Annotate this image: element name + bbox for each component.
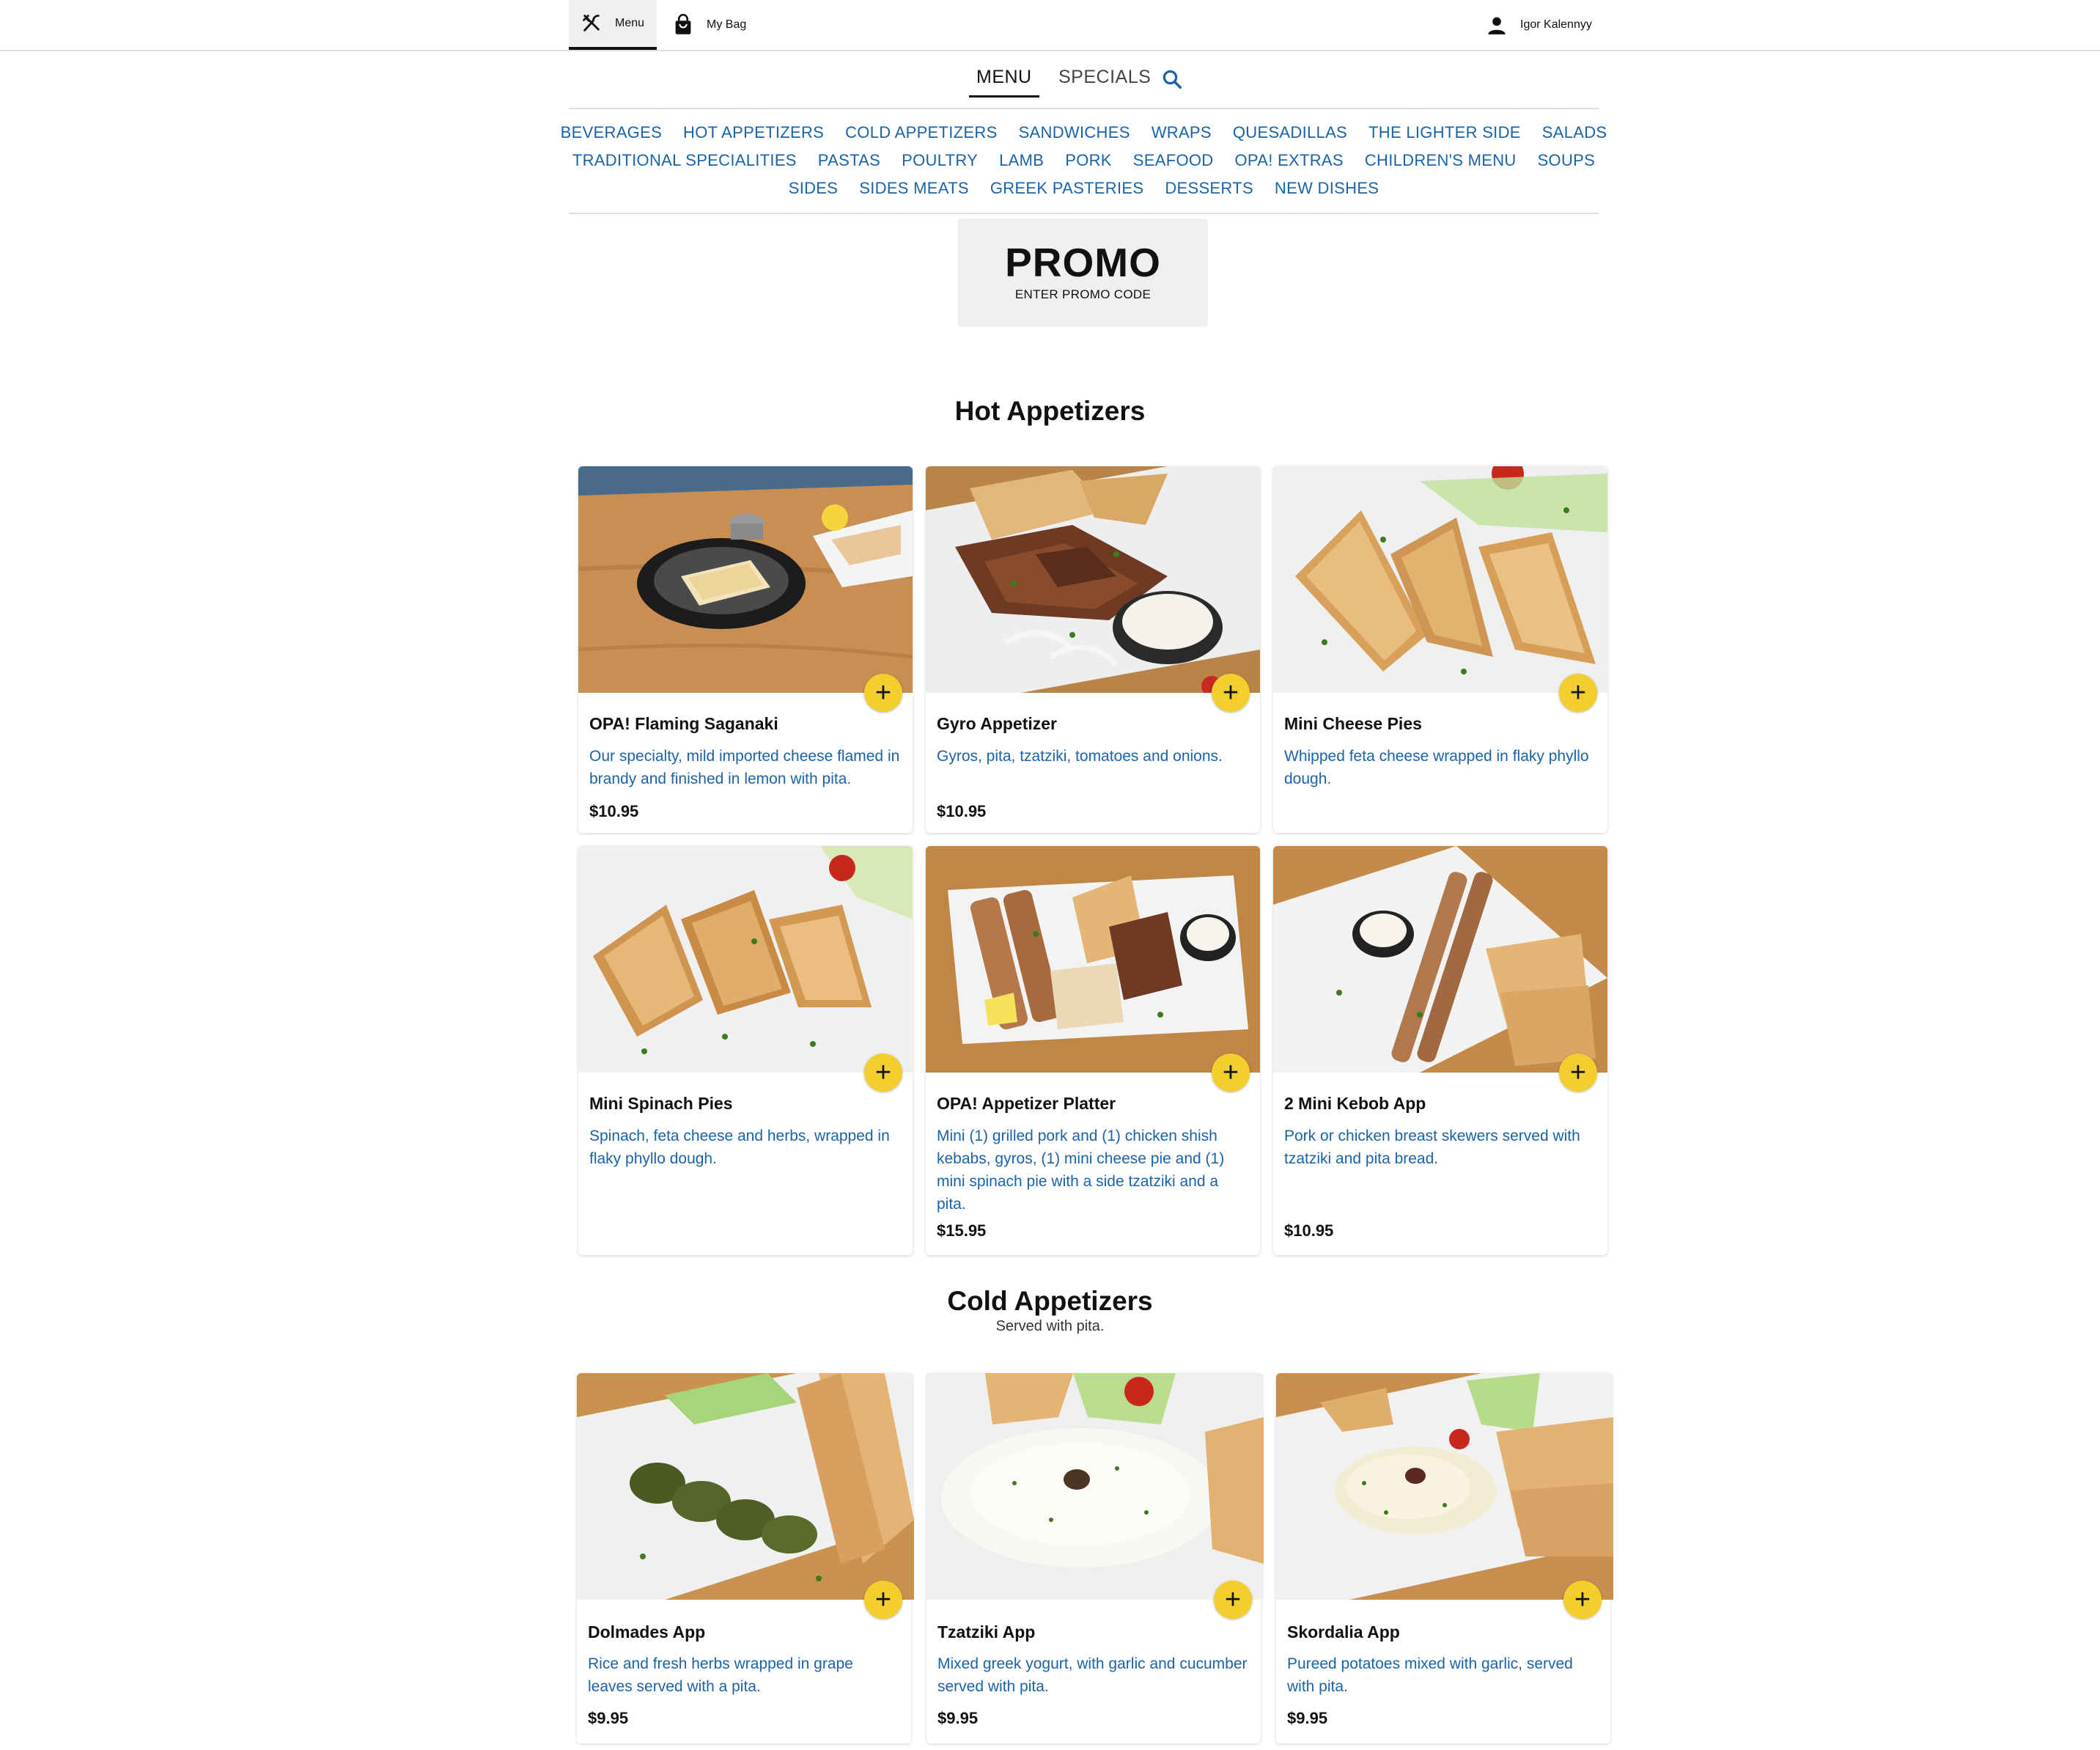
food-photo xyxy=(926,1373,1264,1600)
category-link[interactable]: THE LIGHTER SIDE xyxy=(1368,123,1521,142)
category-link[interactable]: HOT APPETIZERS xyxy=(683,123,824,142)
category-link[interactable]: NEW DISHES xyxy=(1275,179,1379,198)
item-name: Mini Spinach Pies xyxy=(589,1094,733,1113)
item-description: Gyros, pita, tzatziki, tomatoes and onio… xyxy=(937,748,1223,765)
menu-item-card[interactable]: + Mini Spinach Pies Spinach, feta cheese… xyxy=(578,846,913,1255)
section-subtitle: Served with pita. xyxy=(995,1318,1105,1334)
user-account-button[interactable]: Igor Kalennyy xyxy=(1486,0,1592,50)
category-link[interactable]: TRADITIONAL SPECIALITIES xyxy=(572,151,797,170)
search-icon[interactable] xyxy=(1161,68,1183,94)
add-item-button[interactable]: + xyxy=(1212,1054,1250,1092)
item-price: $9.95 xyxy=(937,1709,979,1727)
nav-bag-label: My Bag xyxy=(707,18,747,31)
item-price: $9.95 xyxy=(1287,1709,1328,1727)
item-price: $10.95 xyxy=(937,802,987,820)
nav-menu-button[interactable]: Menu xyxy=(569,0,657,50)
item-description: Spinach, feta cheese and herbs, wrapped … xyxy=(589,1128,890,1167)
item-name: 2 Mini Kebob App xyxy=(1284,1094,1426,1113)
item-price: $10.95 xyxy=(589,802,639,820)
item-description: Rice and fresh herbs wrapped in grape le… xyxy=(588,1655,853,1695)
item-price: $15.95 xyxy=(937,1221,987,1240)
nav-bag-button[interactable]: My Bag xyxy=(673,0,746,50)
utensils-icon xyxy=(581,13,602,34)
tab-specials[interactable]: SPECIALS xyxy=(1058,67,1151,95)
shopping-bag-icon xyxy=(673,14,693,36)
category-link[interactable]: WRAPS xyxy=(1152,123,1212,142)
category-link[interactable]: QUESADILLAS xyxy=(1233,123,1347,142)
add-item-button[interactable]: + xyxy=(864,1054,902,1092)
item-price: $10.95 xyxy=(1284,1221,1334,1240)
item-name: OPA! Flaming Saganaki xyxy=(589,714,778,733)
category-link[interactable]: SIDES xyxy=(789,179,839,198)
item-name: OPA! Appetizer Platter xyxy=(937,1094,1116,1113)
add-item-button[interactable]: + xyxy=(1559,674,1597,712)
category-link[interactable]: PASTAS xyxy=(818,151,880,170)
food-photo xyxy=(578,466,913,693)
category-link[interactable]: SANDWICHES xyxy=(1019,123,1130,142)
section-title-cold-appetizers: Cold Appetizers xyxy=(947,1286,1153,1316)
add-item-button[interactable]: + xyxy=(1214,1581,1252,1619)
food-photo xyxy=(1273,466,1607,693)
add-item-button[interactable]: + xyxy=(1559,1054,1597,1092)
category-link[interactable]: CHILDREN'S MENU xyxy=(1365,151,1517,170)
promo-subtitle: ENTER PROMO CODE xyxy=(1014,287,1152,301)
item-description: Our specialty, mild imported cheese flam… xyxy=(589,748,900,787)
category-link[interactable]: OPA! EXTRAS xyxy=(1234,151,1343,170)
item-description: Mixed greek yogurt, with garlic and cucu… xyxy=(937,1655,1248,1695)
item-description: Pureed potatoes mixed with garlic, serve… xyxy=(1287,1655,1573,1695)
add-item-button[interactable]: + xyxy=(864,1581,902,1619)
item-name: Gyro Appetizer xyxy=(937,714,1058,733)
category-row-2: TRADITIONAL SPECIALITIES PASTAS POULTRY … xyxy=(569,151,1599,170)
section-title-hot-appetizers: Hot Appetizers xyxy=(954,396,1146,426)
item-name: Tzatziki App xyxy=(937,1622,1036,1641)
food-photo xyxy=(577,1373,914,1600)
promo-title: PROMO xyxy=(1005,240,1161,285)
menu-item-card[interactable]: + Tzatziki App Mixed greek yogurt, with … xyxy=(926,1373,1264,1743)
user-icon xyxy=(1486,15,1507,35)
food-photo xyxy=(926,846,1260,1073)
nav-menu-label: Menu xyxy=(614,17,645,29)
category-link[interactable]: SIDES MEATS xyxy=(859,179,969,198)
category-link[interactable]: SEAFOOD xyxy=(1133,151,1214,170)
user-name: Igor Kalennyy xyxy=(1520,18,1592,31)
top-bar: Menu My Bag Igor Kalennyy xyxy=(0,0,2100,51)
item-description: Whipped feta cheese wrapped in flaky phy… xyxy=(1284,748,1589,787)
add-item-button[interactable]: + xyxy=(1563,1581,1602,1619)
item-name: Mini Cheese Pies xyxy=(1284,714,1422,733)
item-name: Dolmades App xyxy=(588,1622,706,1641)
main-tabs: MENU SPECIALS xyxy=(569,51,1599,109)
food-photo xyxy=(1273,846,1607,1073)
item-description: Pork or chicken breast skewers served wi… xyxy=(1284,1128,1580,1167)
food-photo xyxy=(926,466,1260,693)
add-item-button[interactable]: + xyxy=(1212,674,1250,712)
add-item-button[interactable]: + xyxy=(864,674,902,712)
menu-item-card[interactable]: + OPA! Appetizer Platter Mini (1) grille… xyxy=(926,846,1260,1255)
category-link[interactable]: DESSERTS xyxy=(1165,179,1253,198)
category-link[interactable]: SALADS xyxy=(1542,123,1607,142)
item-description: Mini (1) grilled pork and (1) chicken sh… xyxy=(937,1128,1225,1213)
category-link[interactable]: COLD APPETIZERS xyxy=(845,123,997,142)
food-photo xyxy=(1276,1373,1613,1600)
promo-code-button[interactable]: PROMO ENTER PROMO CODE xyxy=(958,218,1208,327)
menu-item-card[interactable]: + 2 Mini Kebob App Pork or chicken breas… xyxy=(1273,846,1607,1255)
item-price: $9.95 xyxy=(588,1709,629,1727)
menu-item-card[interactable]: + OPA! Flaming Saganaki Our specialty, m… xyxy=(578,466,913,833)
category-link[interactable]: LAMB xyxy=(999,151,1044,170)
menu-item-card[interactable]: + Skordalia App Pureed potatoes mixed wi… xyxy=(1276,1373,1613,1743)
category-link[interactable]: GREEK PASTERIES xyxy=(990,179,1143,198)
tab-menu[interactable]: MENU xyxy=(969,67,1039,98)
food-photo xyxy=(578,846,913,1073)
category-nav: BEVERAGES HOT APPETIZERS COLD APPETIZERS… xyxy=(561,110,1607,214)
item-name: Skordalia App xyxy=(1287,1622,1400,1641)
category-link[interactable]: BEVERAGES xyxy=(561,123,662,142)
category-link[interactable]: POULTRY xyxy=(902,151,978,170)
category-row-1: BEVERAGES HOT APPETIZERS COLD APPETIZERS… xyxy=(561,123,1607,142)
category-row-3: SIDES SIDES MEATS GREEK PASTERIES DESSER… xyxy=(569,179,1599,198)
menu-item-card[interactable]: + Mini Cheese Pies Whipped feta cheese w… xyxy=(1273,466,1607,833)
menu-item-card[interactable]: + Gyro Appetizer Gyros, pita, tzatziki, … xyxy=(926,466,1260,833)
menu-item-card[interactable]: + Dolmades App Rice and fresh herbs wrap… xyxy=(577,1373,914,1743)
category-link[interactable]: PORK xyxy=(1065,151,1112,170)
category-link[interactable]: SOUPS xyxy=(1538,151,1596,170)
